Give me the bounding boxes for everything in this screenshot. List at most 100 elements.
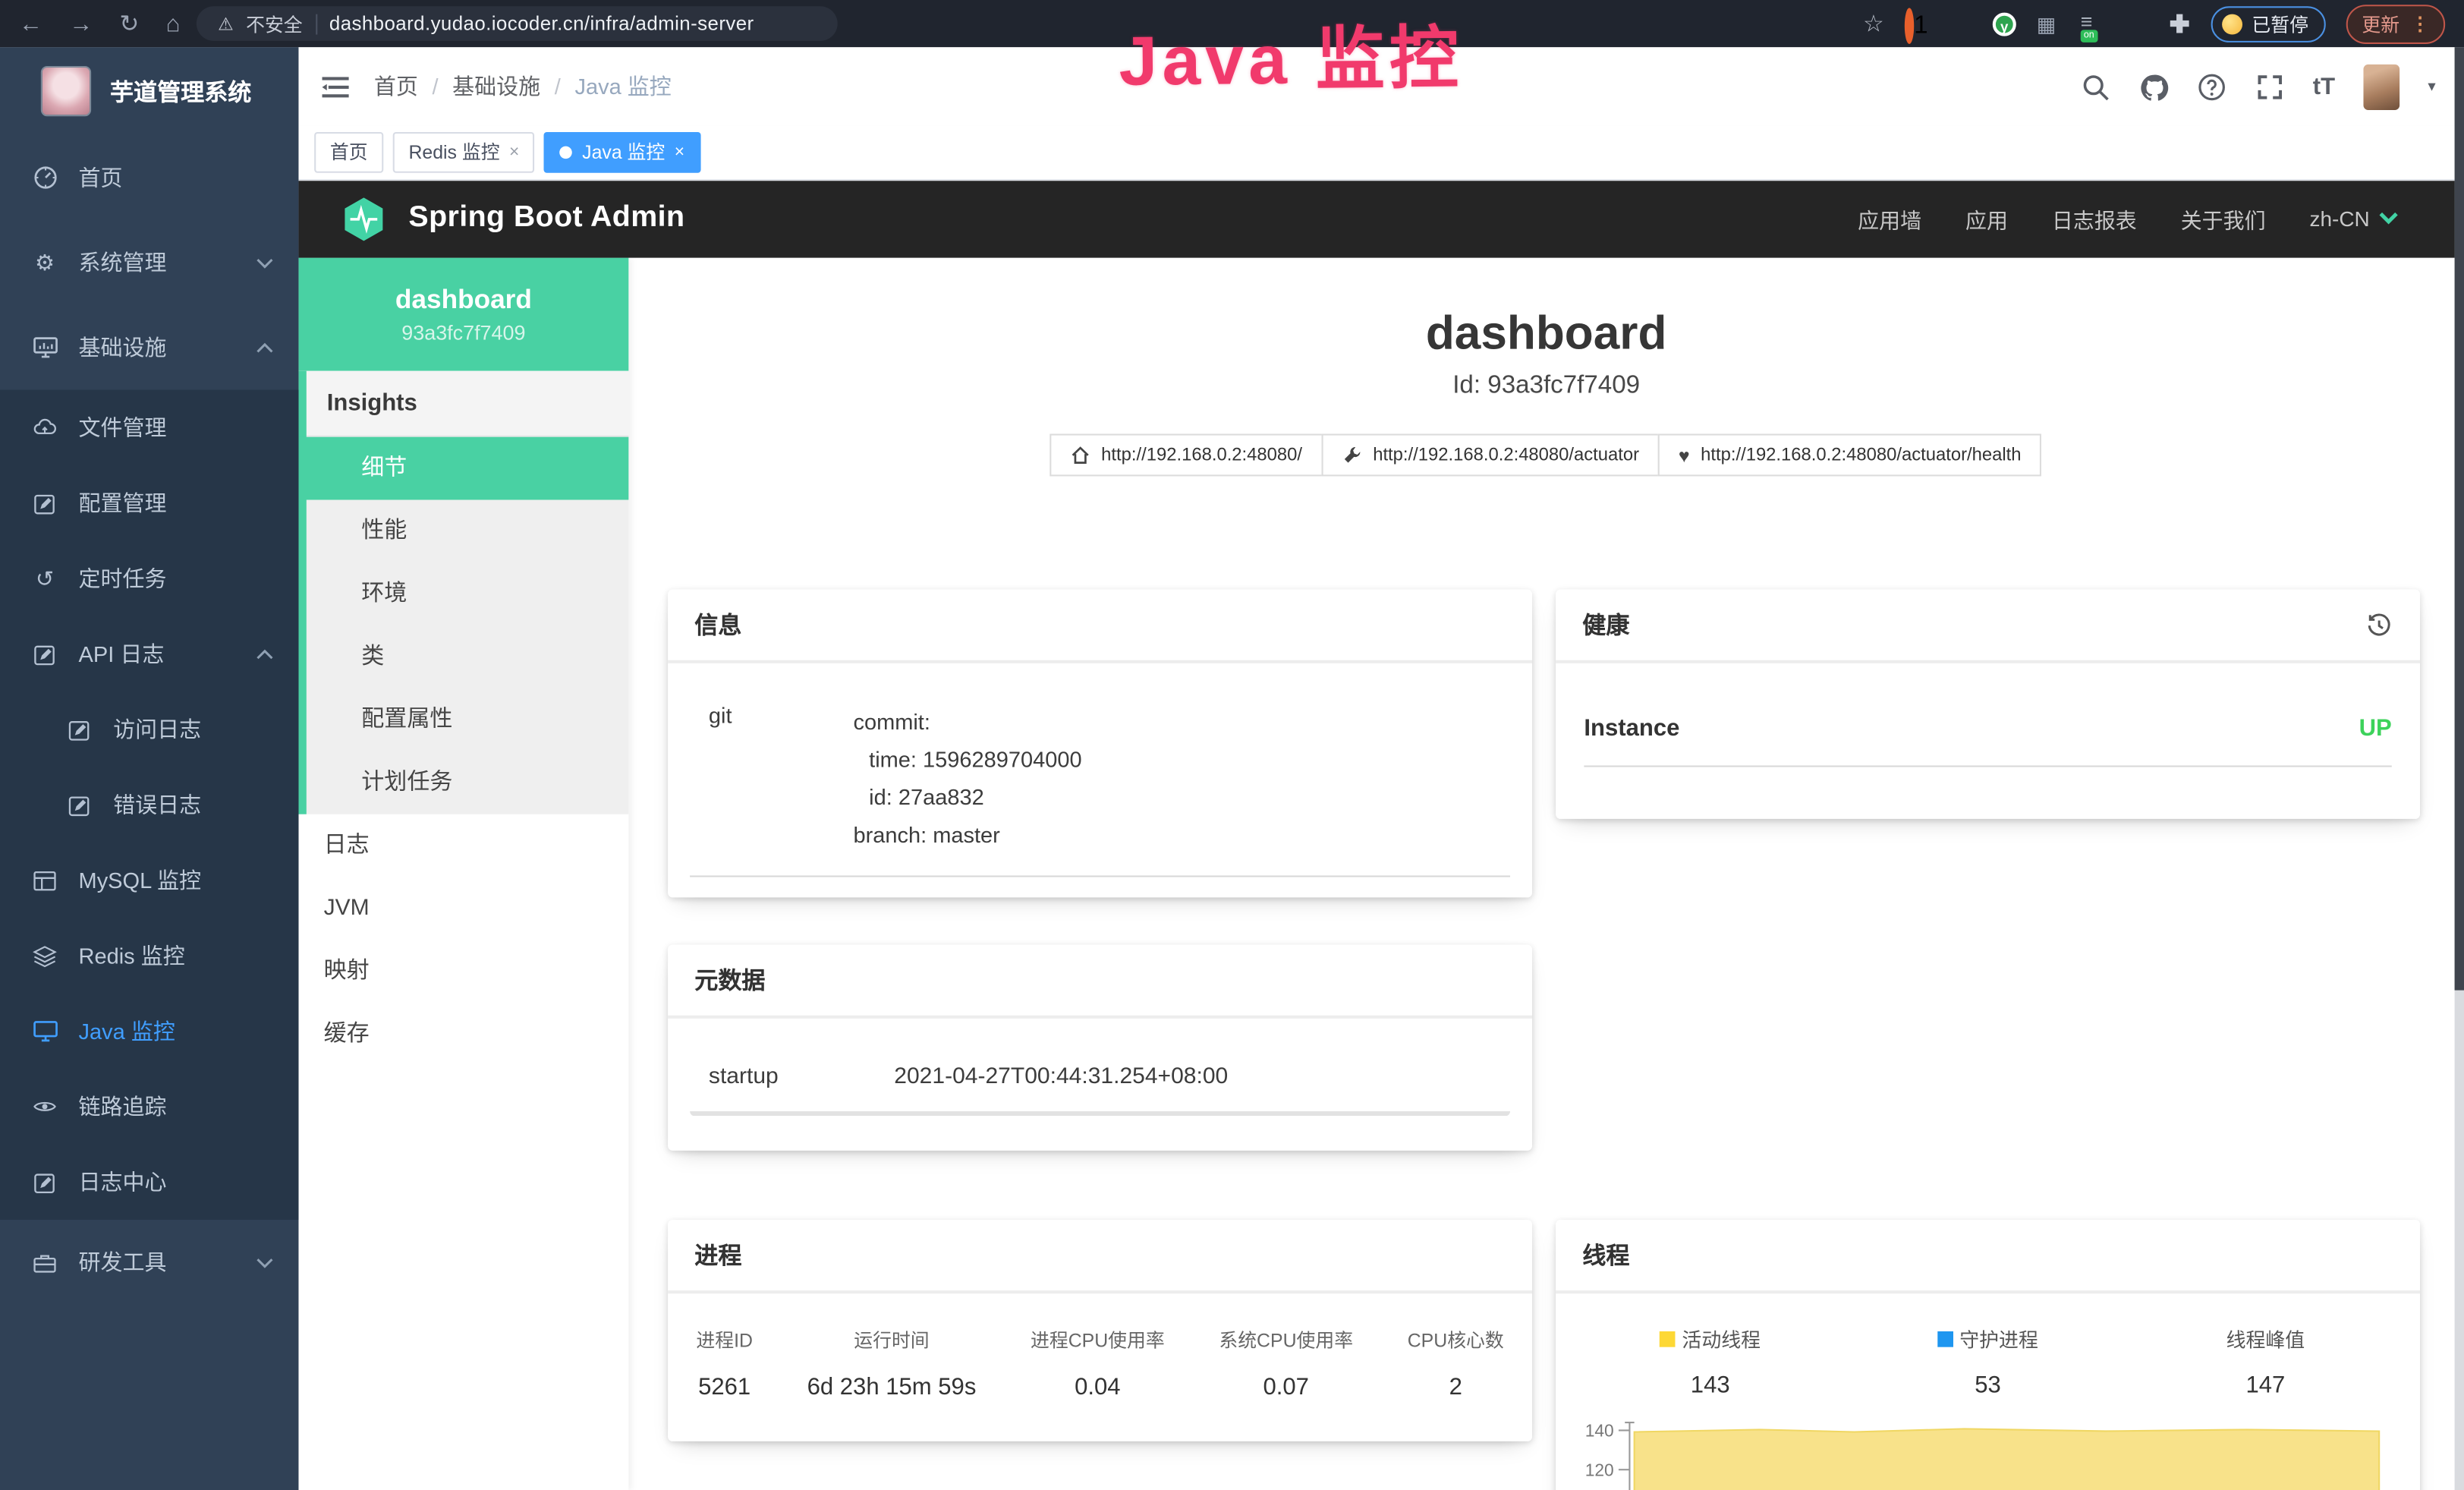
extension-icon-grid[interactable]: ▦ (2037, 12, 2060, 36)
forward-icon[interactable]: → (69, 12, 93, 36)
instance-id: 93a3fc7f7409 (401, 320, 525, 344)
home-icon[interactable]: ⌂ (166, 12, 181, 36)
info-key: git (709, 703, 854, 854)
tag-home[interactable]: 首页 (314, 132, 383, 173)
extensions-puzzle-icon[interactable] (2170, 14, 2189, 33)
sidebar-item-label: 链路追踪 (79, 1091, 167, 1122)
sba-item-details[interactable]: 细节 (298, 437, 628, 500)
health-card: 健康 Instance UP (1556, 590, 2420, 819)
close-icon[interactable]: × (509, 134, 519, 172)
tag-redis-monitor[interactable]: Redis 监控 × (393, 132, 535, 173)
sba-nav-wallboard[interactable]: 应用墙 (1858, 203, 1921, 234)
tag-java-monitor[interactable]: Java 监控 × (544, 132, 700, 173)
sidebar-item-label: 文件管理 (79, 412, 167, 443)
sidebar-item-config-management[interactable]: 配置管理 (0, 465, 298, 540)
health-instance-row: Instance UP (1584, 715, 2391, 767)
chevron-up-icon (256, 648, 274, 659)
paused-pill[interactable]: 已暂停 (2211, 5, 2326, 42)
extension-icon-orange[interactable]: 1 (1905, 12, 1928, 36)
help-icon[interactable] (2197, 71, 2226, 101)
instance-url-chips: http://192.168.0.2:48080/ http://192.168… (628, 434, 2464, 477)
back-icon[interactable]: ← (19, 12, 42, 36)
actuator-url-chip[interactable]: http://192.168.0.2:48080/actuator (1321, 434, 1660, 477)
log-icon (66, 716, 93, 742)
sba-item-jvm[interactable]: JVM (298, 877, 628, 940)
sidebar-item-log-center[interactable]: 日志中心 (0, 1145, 298, 1220)
sba-nav-journal[interactable]: 日志报表 (2052, 203, 2137, 234)
extension-icon-list[interactable]: ≡on (2081, 12, 2104, 36)
url-text: dashboard.yudao.iocoder.cn/infra/admin-s… (329, 13, 754, 35)
sidebar-item-home[interactable]: 首页 (0, 135, 298, 220)
sba-item-logs[interactable]: 日志 (298, 814, 628, 877)
sba-brand-title[interactable]: Spring Boot Admin (408, 201, 684, 236)
chevron-down-icon (256, 257, 274, 268)
update-button[interactable]: 更新 ⋮ (2346, 4, 2445, 43)
extension-icon-pin[interactable] (1949, 12, 1972, 36)
ytick-140: 140 (1585, 1421, 1614, 1441)
sba-item-caches[interactable]: 缓存 (298, 1003, 628, 1066)
process-col-pid: 进程ID 5261 (696, 1327, 753, 1400)
tag-label: Java 监控 (582, 134, 665, 172)
github-icon[interactable] (2138, 71, 2168, 101)
sidebar-item-error-logs[interactable]: 错误日志 (0, 767, 298, 843)
reload-icon[interactable]: ↻ (119, 12, 139, 36)
scrollbar-thumb[interactable] (2455, 47, 2464, 990)
sba-nav-applications[interactable]: 应用 (1965, 203, 2008, 234)
infrastructure-icon (31, 334, 58, 361)
extension-icon-leaf[interactable] (2125, 12, 2148, 36)
font-size-icon[interactable]: tT (2313, 73, 2335, 99)
user-avatar[interactable] (2363, 64, 2399, 109)
breadcrumb: 首页 基础设施 Java 监控 (374, 71, 672, 102)
sidebar-item-infrastructure[interactable]: 基础设施 (0, 305, 298, 390)
sba-item-scheduled-tasks[interactable]: 计划任务 (298, 751, 628, 814)
history-icon[interactable] (2365, 611, 2393, 639)
cell-value: 6d 23h 15m 59s (807, 1374, 977, 1400)
log-icon (31, 641, 58, 667)
sba-item-classes[interactable]: 类 (298, 625, 628, 688)
card-title: 元数据 (694, 963, 765, 996)
service-url-chip[interactable]: http://192.168.0.2:48080/ (1049, 434, 1323, 477)
info-value: commit: time: 1596289704000 id: 27aa832 … (853, 703, 1081, 854)
health-url: http://192.168.0.2:48080/actuator/health (1701, 446, 2021, 465)
breadcrumb-infrastructure[interactable]: 基础设施 (418, 71, 540, 102)
sidebar-collapse-icon[interactable] (323, 74, 349, 98)
actuator-url: http://192.168.0.2:48080/actuator (1373, 446, 1639, 465)
close-icon[interactable]: × (675, 134, 684, 172)
sidebar-item-label: 配置管理 (79, 487, 167, 518)
bookmark-star-icon[interactable]: ☆ (1863, 9, 1884, 37)
sba-language-select[interactable]: zh-CN (2310, 206, 2399, 230)
fullscreen-icon[interactable] (2255, 71, 2284, 101)
sba-item-environment[interactable]: 环境 (298, 562, 628, 625)
sidebar-item-mysql-monitor[interactable]: MySQL 监控 (0, 843, 298, 918)
git-branch-line: branch: master (853, 816, 1081, 854)
sidebar-item-system[interactable]: ⚙ 系统管理 (0, 220, 298, 305)
tag-label: 首页 (330, 134, 368, 172)
sba-item-metrics[interactable]: 性能 (298, 500, 628, 563)
sba-item-config-props[interactable]: 配置属性 (298, 688, 628, 751)
sba-insights-group: Insights 细节 性能 环境 类 配置属性 计划任务 (298, 371, 628, 814)
sba-item-mappings[interactable]: 映射 (298, 940, 628, 1003)
page-scrollbar[interactable] (2455, 47, 2464, 1490)
sba-nav-about[interactable]: 关于我们 (2181, 203, 2266, 234)
sidebar-item-tracing[interactable]: 链路追踪 (0, 1069, 298, 1144)
sba-instance-header[interactable]: dashboard 93a3fc7f7409 (298, 258, 628, 371)
browser-menu-icon[interactable]: ⋮ (2411, 13, 2430, 35)
sidebar-item-redis-monitor[interactable]: Redis 监控 (0, 918, 298, 993)
sidebar-item-dev-tools[interactable]: 研发工具 (0, 1220, 298, 1305)
user-menu-caret-icon[interactable]: ▾ (2428, 78, 2435, 96)
extension-icon-green-y[interactable]: y (1993, 12, 2016, 36)
page-subtitle: Id: 93a3fc7f7409 (628, 373, 2464, 401)
address-bar[interactable]: ⚠ 不安全 dashboard.yudao.iocoder.cn/infra/a… (196, 6, 837, 41)
ytick-120: 120 (1585, 1460, 1614, 1479)
search-icon[interactable] (2080, 71, 2110, 101)
sidebar-item-api-logs[interactable]: API 日志 (0, 616, 298, 691)
app-logo[interactable]: 芋道管理系统 (0, 47, 298, 135)
log-icon (31, 1169, 58, 1195)
sidebar-item-file-management[interactable]: 文件管理 (0, 390, 298, 465)
sidebar-item-access-logs[interactable]: 访问日志 (0, 691, 298, 767)
health-instance-label: Instance (1584, 715, 1679, 742)
sidebar-item-java-monitor[interactable]: Java 监控 (0, 994, 298, 1069)
health-url-chip[interactable]: ♥ http://192.168.0.2:48080/actuator/heal… (1658, 434, 2041, 477)
breadcrumb-home[interactable]: 首页 (374, 71, 418, 102)
sidebar-item-scheduled-jobs[interactable]: ↺ 定时任务 (0, 540, 298, 616)
